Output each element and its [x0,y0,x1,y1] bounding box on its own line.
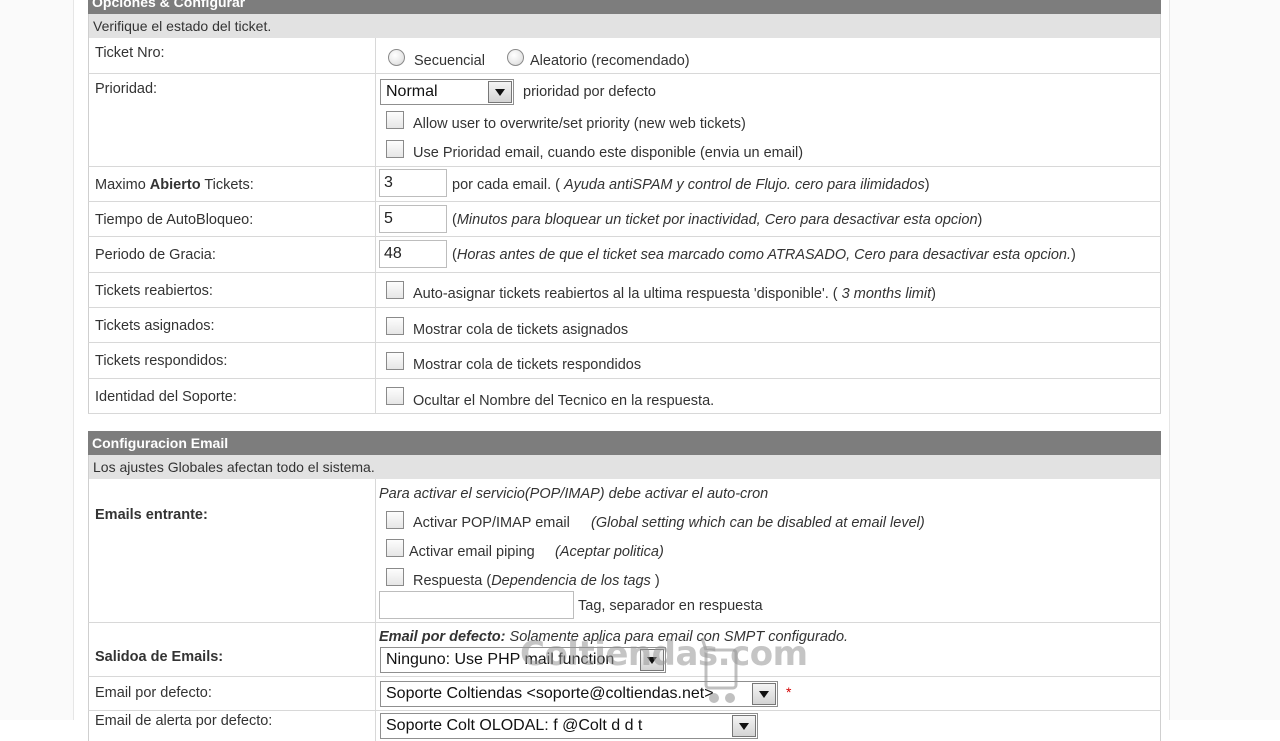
section-subtitle-text: Verifique el estado del ticket. [93,18,272,34]
row-identidad: Identidad del Soporte: Ocultar el Nombre… [88,379,1161,414]
alert-email-select[interactable]: Soporte Colt OLODAL: f @Colt d d t [380,713,758,739]
row-ticket-nro: Ticket Nro: Secuencial Aleatorio (recome… [88,38,1161,74]
label-autobloqueo: Tiempo de AutoBloqueo: [95,212,254,228]
section-subtitle-opciones: Verifique el estado del ticket. [88,14,1161,38]
row-max-abierto: Maximo Abierto Tickets: por cada email. … [88,167,1161,202]
default-email-value: Soporte Coltiendas <soporte@coltiendas.n… [386,685,714,702]
checkbox-show-answered[interactable] [386,352,404,370]
section-header-opciones: Opciones & Configurar [88,0,1161,14]
right-margin [1169,0,1280,720]
note-italic: Ayuda antiSPAM y control de Flujo. cero … [564,177,925,193]
row-email-alerta: Email de alerta por defecto: Soporte Col… [88,711,1161,741]
row-email-por-defecto: Email por defecto: Soporte Coltiendas <s… [88,677,1161,711]
checkbox-hide-staff-name-label: Ocultar el Nombre del Tecnico en la resp… [413,393,715,409]
note-post: ) [977,212,983,228]
reply-tag-note: Tag, separador en respuesta [578,598,763,614]
section-subtitle-text: Los ajustes Globales afectan todo el sis… [93,459,375,475]
grace-period-note: (Horas antes de que el ticket sea marcad… [452,247,1076,263]
chevron-down-icon[interactable] [732,715,756,737]
chevron-down-icon[interactable] [488,81,512,103]
checkbox-overwrite-priority[interactable] [386,111,404,129]
label-prioridad: Prioridad: [95,81,158,97]
row-gracia: Periodo de Gracia: (Horas antes de que e… [88,237,1161,273]
label-emails-entrante: Emails entrante: [95,507,208,523]
label-salida-emails: Salidoa de Emails: [95,649,224,665]
section-header-email: Configuracion Email [88,431,1161,455]
checkbox-email-priority[interactable] [386,140,404,158]
label-bold: Abierto [149,177,201,193]
priority-select[interactable]: Normal [380,79,514,105]
incoming-note: Para activar el servicio(POP/IMAP) debe … [379,486,769,502]
chevron-down-icon[interactable] [752,683,776,705]
checkbox-show-assigned[interactable] [386,317,404,335]
note-italic: Minutos para bloquear un ticket por inac… [456,212,978,228]
label-reabiertos: Tickets reabiertos: [95,283,213,299]
label-gracia: Periodo de Gracia: [95,247,216,263]
row-respondidos: Tickets respondidos: Mostrar cola de tic… [88,343,1161,379]
watermark-text: Coltiendas.com [520,634,808,674]
row-autobloqueo: Tiempo de AutoBloqueo: (Minutos para blo… [88,202,1161,237]
checkbox-reply-separator-label: Respuesta (Dependencia de los tags ) [413,573,660,589]
checkbox-auto-assign-reopened[interactable] [386,281,404,299]
row-asignados: Tickets asignados: Mostrar cola de ticke… [88,308,1161,343]
max-open-tickets-input[interactable] [379,169,447,197]
label-identidad: Identidad del Soporte: [95,389,237,405]
label-email-por-defecto: Email por defecto: [95,685,212,701]
note-post: ) [924,177,930,193]
required-indicator: * [786,684,792,700]
row-prioridad: Prioridad: Normal prioridad por defecto … [88,74,1161,167]
piping-note: (Aceptar politica) [555,544,664,560]
priority-select-value: Normal [386,83,438,100]
label-email-alerta: Email de alerta por defecto: [95,713,273,729]
section-title: Opciones & Configurar [92,0,246,10]
text-pre: Respuesta ( [413,573,492,589]
checkbox-enable-piping[interactable] [386,539,404,557]
label-respondidos: Tickets respondidos: [95,353,228,369]
autolock-input[interactable] [379,205,447,233]
pop-imap-note: (Global setting which can be disabled at… [591,515,925,531]
section-subtitle-email: Los ajustes Globales afectan todo el sis… [88,455,1161,479]
reply-tag-input[interactable] [379,591,574,619]
checkbox-auto-assign-reopened-label: Auto-asignar tickets reabiertos al la ul… [413,286,936,302]
label-ticket-nro: Ticket Nro: [95,45,165,61]
label-post: Tickets: [200,177,254,193]
text-italic: Dependencia de los tags [491,573,651,589]
text-post: ) [931,286,936,302]
autolock-note: (Minutos para bloquear un ticket por ina… [452,212,982,228]
text-post: ) [650,573,660,589]
checkbox-email-priority-label: Use Prioridad email, cuando este disponi… [413,145,804,161]
radio-secuencial[interactable] [388,49,405,66]
grace-period-input[interactable] [379,240,447,268]
radio-aleatorio[interactable] [507,49,524,66]
note-post: ) [1070,247,1076,263]
text-italic: 3 months limit [841,286,932,302]
left-margin [0,0,74,720]
label-pre: Maximo [95,177,150,193]
priority-note: prioridad por defecto [523,84,656,100]
note-pre: por cada email. ( [452,177,565,193]
checkbox-overwrite-priority-label: Allow user to overwrite/set priority (ne… [413,116,746,132]
section-title: Configuracion Email [92,435,229,451]
note-italic: Horas antes de que el ticket sea marcado… [456,247,1071,263]
label-asignados: Tickets asignados: [95,318,215,334]
radio-secuencial-label: Secuencial [414,53,485,69]
text-pre: Auto-asignar tickets reabiertos al la ul… [413,286,842,302]
checkbox-reply-separator[interactable] [386,568,404,586]
label-max-abierto: Maximo Abierto Tickets: [95,177,254,193]
checkbox-enable-pop-imap-label: Activar POP/IMAP email [413,515,570,531]
checkbox-hide-staff-name[interactable] [386,387,404,405]
radio-aleatorio-label: Aleatorio (recomendado) [530,53,690,69]
row-reabiertos: Tickets reabiertos: Auto-asignar tickets… [88,273,1161,308]
checkbox-show-assigned-label: Mostrar cola de tickets asignados [413,322,629,338]
checkbox-show-answered-label: Mostrar cola de tickets respondidos [413,357,642,373]
note-bold: Email por defecto: [379,629,506,645]
checkbox-enable-pop-imap[interactable] [386,511,404,529]
checkbox-enable-piping-label: Activar email piping [409,544,535,560]
row-emails-entrante: Emails entrante: Para activar el servici… [88,479,1161,623]
max-open-note: por cada email. ( Ayuda antiSPAM y contr… [452,177,930,193]
